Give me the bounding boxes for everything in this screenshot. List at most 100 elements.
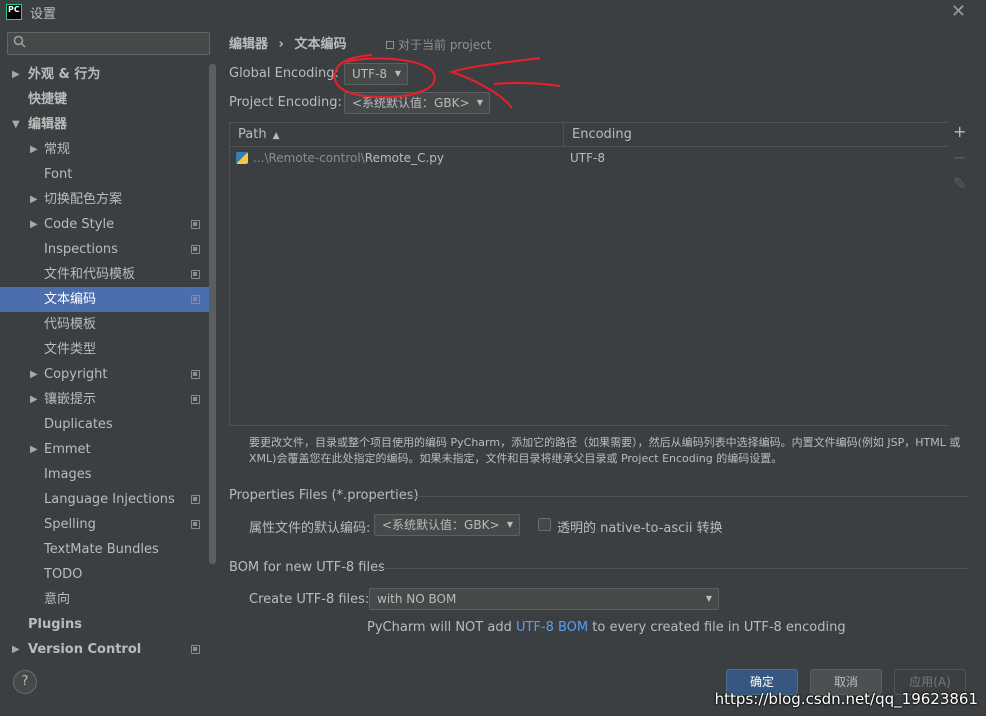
sidebar-item[interactable]: 代码模板: [0, 312, 210, 337]
collapsed-arrow-icon[interactable]: ▶: [30, 362, 38, 387]
sidebar-item-label: Plugins: [28, 617, 82, 632]
bom-section-title: BOM for new UTF-8 files: [229, 560, 385, 575]
project-encoding-dropdown[interactable]: <系统默认值：GBK> ▼: [344, 92, 490, 114]
chevron-down-icon: ▼: [506, 520, 513, 529]
remove-icon[interactable]: −: [953, 148, 966, 167]
sidebar-item[interactable]: 文本编码: [0, 287, 210, 312]
edit-icon[interactable]: ✎: [953, 174, 966, 193]
column-header-path[interactable]: Path ▲: [230, 123, 564, 146]
sidebar-item-label: 切换配色方案: [44, 192, 123, 207]
native-to-ascii-label[interactable]: 透明的 native-to-ascii 转换: [557, 517, 723, 536]
sidebar-item[interactable]: TextMate Bundles: [0, 537, 210, 562]
collapsed-arrow-icon[interactable]: ▶: [30, 187, 38, 212]
create-utf8-label: Create UTF-8 files:: [249, 592, 370, 607]
close-icon[interactable]: ✕: [951, 1, 966, 22]
sidebar-item[interactable]: Spelling: [0, 512, 210, 537]
collapsed-arrow-icon[interactable]: ▶: [12, 62, 20, 87]
global-encoding-dropdown[interactable]: UTF-8 ▼: [344, 63, 408, 85]
table-header: Path ▲ Encoding: [230, 123, 958, 147]
sidebar-item[interactable]: 文件和代码模板: [0, 262, 210, 287]
project-encoding-label: Project Encoding:: [229, 95, 342, 110]
project-scope-note: 对于当前 project: [386, 36, 491, 53]
chevron-down-icon: ▼: [476, 98, 483, 107]
breadcrumb-separator: ›: [278, 37, 284, 52]
sidebar-item[interactable]: Images: [0, 462, 210, 487]
section-divider: [408, 496, 968, 497]
properties-encoding-dropdown[interactable]: <系统默认值：GBK> ▼: [374, 514, 520, 536]
sidebar-item[interactable]: ▶ Copyright: [0, 362, 210, 387]
sidebar-item[interactable]: Inspections: [0, 237, 210, 262]
sidebar-item[interactable]: Duplicates: [0, 412, 210, 437]
collapsed-arrow-icon[interactable]: ▶: [30, 212, 38, 237]
settings-search[interactable]: [7, 32, 210, 55]
sidebar-item-label: 常规: [44, 142, 71, 157]
settings-sidebar: ▶ 外观 & 行为 快捷键 ▼ 编辑器 ▶ 常规 Font ▶ 切换配色方案 ▶ Code Style…: [0, 24, 218, 656]
project-scope-icon: [191, 295, 200, 304]
path-encoding-table: Path ▲ Encoding ...\Remote-control\Remote…: [229, 122, 959, 426]
title-bar: PC 设置 ✕: [0, 0, 986, 24]
native-to-ascii-checkbox[interactable]: [538, 518, 551, 531]
sidebar-item[interactable]: Plugins: [0, 612, 210, 637]
project-scope-icon: [191, 395, 200, 404]
sidebar-item[interactable]: ▶ 切换配色方案: [0, 187, 210, 212]
main-panel: 编辑器 › 文本编码 对于当前 project Global Encoding:…: [218, 24, 986, 656]
sidebar-item[interactable]: TODO: [0, 562, 210, 587]
sidebar-item[interactable]: Font: [0, 162, 210, 187]
breadcrumb-parent: 编辑器: [229, 37, 269, 52]
global-encoding-value: UTF-8: [352, 67, 387, 81]
collapsed-arrow-icon[interactable]: ▶: [12, 637, 20, 656]
sidebar-item[interactable]: ▶ 镶嵌提示: [0, 387, 210, 412]
sidebar-item-label: TODO: [44, 567, 83, 582]
utf8-bom-link[interactable]: UTF-8 BOM: [516, 620, 588, 635]
sidebar-item-label: Version Control: [28, 642, 142, 656]
column-header-encoding[interactable]: Encoding: [564, 123, 632, 146]
bom-value: with NO BOM: [377, 592, 457, 606]
scope-text: 对于当前 project: [398, 38, 492, 52]
breadcrumb: 编辑器 › 文本编码: [229, 33, 352, 52]
sidebar-item-label: 文件和代码模板: [44, 267, 136, 282]
sidebar-item[interactable]: 意向: [0, 587, 210, 612]
sidebar-item[interactable]: 快捷键: [0, 87, 210, 112]
collapsed-arrow-icon[interactable]: ▶: [30, 437, 38, 462]
table-cell-encoding[interactable]: UTF-8: [564, 147, 605, 169]
sidebar-scrollbar[interactable]: [209, 64, 216, 564]
sidebar-item[interactable]: Language Injections: [0, 487, 210, 512]
sidebar-item[interactable]: ▶ Code Style: [0, 212, 210, 237]
sidebar-item[interactable]: ▶ 常规: [0, 137, 210, 162]
sidebar-item[interactable]: ▶ Emmet: [0, 437, 210, 462]
breadcrumb-current: 文本编码: [294, 37, 347, 52]
sidebar-item-label: 外观 & 行为: [28, 67, 101, 82]
table-row[interactable]: ...\Remote-control\Remote_C.py UTF-8: [230, 147, 958, 169]
sidebar-item-label: Language Injections: [44, 492, 175, 507]
help-button[interactable]: ?: [13, 670, 37, 694]
project-encoding-value: <系统默认值：GBK>: [352, 96, 470, 110]
section-divider: [380, 568, 968, 569]
watermark: https://blog.csdn.net/qq_19623861: [714, 690, 978, 708]
search-input[interactable]: [32, 35, 204, 52]
table-cell-path: ...\Remote-control\Remote_C.py: [230, 147, 564, 169]
expanded-arrow-icon[interactable]: ▼: [12, 112, 20, 137]
sort-ascending-icon: ▲: [272, 131, 280, 141]
project-scope-icon: [386, 41, 394, 49]
chevron-down-icon: ▼: [705, 594, 712, 603]
sidebar-item[interactable]: ▶ Version Control: [0, 637, 210, 656]
sidebar-item-label: 编辑器: [28, 117, 68, 132]
project-scope-icon: [191, 520, 200, 529]
sidebar-item-label: 意向: [44, 592, 71, 607]
sidebar-item-label: Images: [44, 467, 92, 482]
sidebar-item-label: Font: [44, 167, 73, 182]
sidebar-item[interactable]: 文件类型: [0, 337, 210, 362]
sidebar-item-label: Copyright: [44, 367, 108, 382]
collapsed-arrow-icon[interactable]: ▶: [30, 137, 38, 162]
pycharm-logo-icon: PC: [6, 4, 22, 20]
settings-tree: ▶ 外观 & 行为 快捷键 ▼ 编辑器 ▶ 常规 Font ▶ 切换配色方案 ▶ Code Style…: [0, 62, 210, 656]
bom-dropdown[interactable]: with NO BOM ▼: [369, 588, 719, 610]
sidebar-item[interactable]: ▶ 外观 & 行为: [0, 62, 210, 87]
project-scope-icon: [191, 245, 200, 254]
sidebar-item-label: 快捷键: [28, 92, 68, 107]
project-scope-icon: [191, 370, 200, 379]
sidebar-item[interactable]: ▼ 编辑器: [0, 112, 210, 137]
add-icon[interactable]: +: [953, 122, 966, 141]
collapsed-arrow-icon[interactable]: ▶: [30, 387, 38, 412]
sidebar-item-label: 代码模板: [44, 317, 97, 332]
